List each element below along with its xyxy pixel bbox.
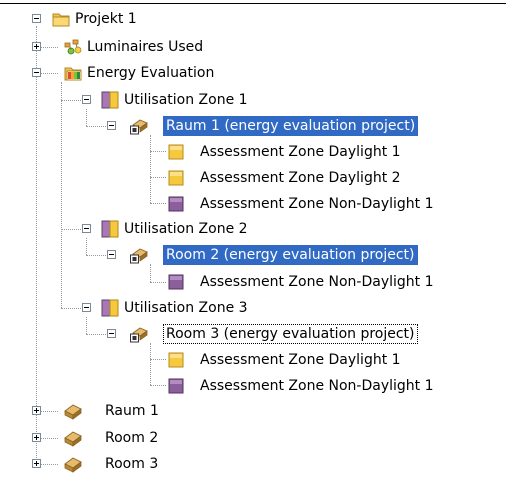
tree-node-assessment[interactable]: Assessment Zone Daylight 1 [0, 142, 506, 164]
expand-toggle[interactable] [32, 459, 41, 468]
collapse-toggle[interactable] [82, 224, 91, 233]
tree-node-label[interactable]: Assessment Zone Non-Daylight 1 [197, 272, 437, 292]
expand-toggle[interactable] [32, 406, 41, 415]
tree-node-label[interactable]: Luminaires Used [84, 37, 206, 57]
collapse-toggle[interactable] [82, 303, 91, 312]
tree-node-projekt[interactable]: Projekt 1 [0, 9, 506, 31]
tree-node-assessment[interactable]: Assessment Zone Daylight 2 [0, 168, 506, 190]
collapse-toggle[interactable] [107, 329, 116, 338]
tree-node-assessment[interactable]: Assessment Zone Non-Daylight 1 [0, 194, 506, 216]
tree-node-raum-1[interactable]: Raum 1 [0, 401, 506, 423]
tree-node-label[interactable]: Utilisation Zone 2 [121, 219, 251, 239]
tree-node-label[interactable]: Raum 1 (energy evaluation project) [163, 116, 419, 136]
collapse-toggle[interactable] [82, 95, 91, 104]
tree-node-room-2[interactable]: Room 2 [0, 428, 506, 450]
tree-node-assessment[interactable]: Assessment Zone Non-Daylight 1 [0, 272, 506, 294]
non-daylight-zone-icon [167, 377, 185, 395]
tree-node-label[interactable]: Room 2 (energy evaluation project) [163, 245, 418, 265]
tree-node-label[interactable]: Assessment Zone Daylight 1 [197, 142, 404, 162]
tree-node-label[interactable]: Raum 1 [102, 401, 162, 421]
expand-toggle[interactable] [32, 433, 41, 442]
room-icon [64, 402, 82, 420]
tree-node-label[interactable]: Room 2 [102, 428, 161, 448]
folder-icon [52, 10, 70, 28]
utilisation-zone-icon [101, 91, 119, 109]
tree-node-label[interactable]: Utilisation Zone 3 [121, 298, 251, 318]
daylight-zone-icon [167, 143, 185, 161]
room-icon [130, 117, 148, 135]
tree-node-label[interactable]: Assessment Zone Daylight 1 [197, 350, 404, 370]
tree-node-assessment[interactable]: Assessment Zone Non-Daylight 1 [0, 376, 506, 398]
collapse-toggle[interactable] [32, 68, 41, 77]
non-daylight-zone-icon [167, 273, 185, 291]
utilisation-zone-icon [101, 299, 119, 317]
tree-top-border [0, 3, 506, 4]
tree-node-utilisation-zone-2[interactable]: Utilisation Zone 2 [0, 219, 506, 241]
collapse-toggle[interactable] [107, 121, 116, 130]
room-icon [64, 429, 82, 447]
tree-node-label[interactable]: Room 3 [102, 454, 161, 474]
tree-node-assessment[interactable]: Assessment Zone Daylight 1 [0, 350, 506, 372]
room-icon [64, 455, 82, 473]
collapse-toggle[interactable] [107, 250, 116, 259]
non-daylight-zone-icon [167, 195, 185, 213]
tree-node-luminaires[interactable]: Luminaires Used [0, 37, 506, 59]
daylight-zone-icon [167, 169, 185, 187]
expand-toggle[interactable] [32, 42, 41, 51]
tree-node-label[interactable]: Utilisation Zone 1 [121, 90, 251, 110]
collapse-toggle[interactable] [32, 14, 41, 23]
tree-node-utilisation-zone-1[interactable]: Utilisation Zone 1 [0, 90, 506, 112]
room-icon [130, 246, 148, 264]
tree-node-room-3[interactable]: Room 3 [0, 454, 506, 476]
tree-node-room-1-project[interactable]: Raum 1 (energy evaluation project) [0, 116, 506, 138]
tree-node-energy-evaluation[interactable]: Energy Evaluation [0, 63, 506, 85]
tree-node-label[interactable]: Energy Evaluation [84, 63, 217, 83]
tree-node-utilisation-zone-3[interactable]: Utilisation Zone 3 [0, 298, 506, 320]
luminaires-icon [64, 38, 82, 56]
daylight-zone-icon [167, 351, 185, 369]
tree-node-room-3-project[interactable]: Room 3 (energy evaluation project) [0, 324, 506, 346]
tree-node-label[interactable]: Room 3 (energy evaluation project) [163, 324, 418, 344]
tree-node-label[interactable]: Projekt 1 [72, 9, 140, 29]
tree-node-label[interactable]: Assessment Zone Daylight 2 [197, 168, 404, 188]
energy-evaluation-icon [64, 64, 82, 82]
utilisation-zone-icon [101, 220, 119, 238]
room-icon [130, 325, 148, 343]
tree-node-label[interactable]: Assessment Zone Non-Daylight 1 [197, 376, 437, 396]
tree-node-room-2-project[interactable]: Room 2 (energy evaluation project) [0, 245, 506, 267]
tree-node-label[interactable]: Assessment Zone Non-Daylight 1 [197, 194, 437, 214]
